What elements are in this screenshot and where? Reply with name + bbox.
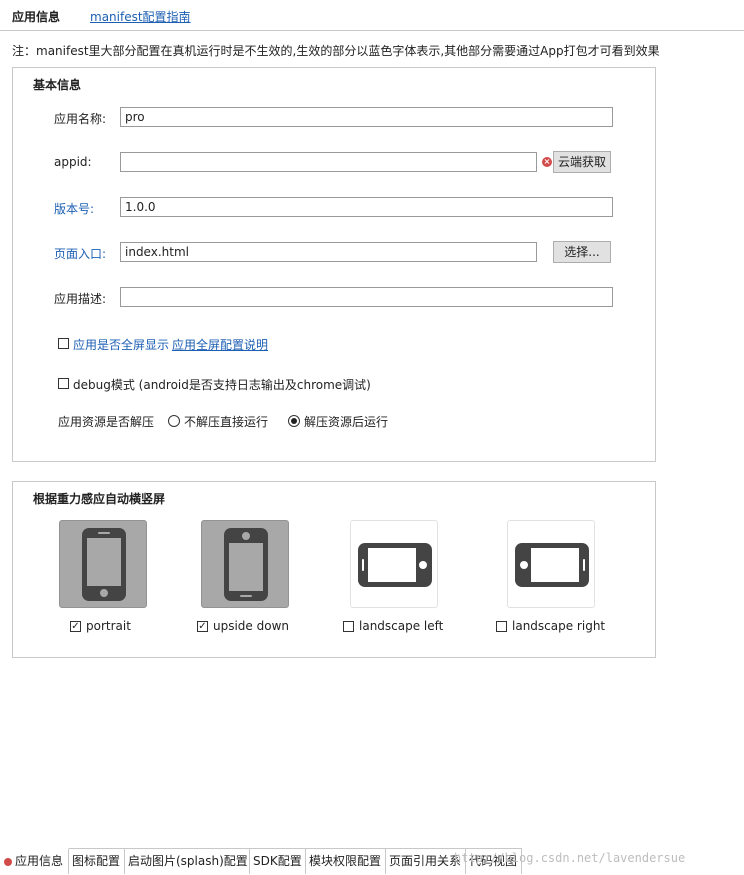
landscape-left-phone-icon bbox=[358, 543, 432, 587]
entry-page-field[interactable] bbox=[120, 242, 537, 262]
portrait-tile[interactable] bbox=[59, 520, 147, 608]
landscape-right-tile[interactable] bbox=[507, 520, 595, 608]
version-field[interactable] bbox=[120, 197, 613, 217]
description-field[interactable] bbox=[120, 287, 613, 307]
choose-entry-button[interactable]: 选择... bbox=[553, 241, 611, 263]
entry-page-label: 页面入口: bbox=[54, 247, 107, 261]
tab-splash-config[interactable]: 启动图片(splash)配置 bbox=[125, 848, 250, 874]
tab-label: 启动图片(splash)配置 bbox=[128, 854, 248, 868]
tab-label: 图标配置 bbox=[72, 854, 121, 868]
description-label: 应用描述: bbox=[54, 292, 107, 306]
landscape-left-tile[interactable] bbox=[350, 520, 438, 608]
tab-label: 应用信息 bbox=[15, 854, 64, 868]
cloud-fetch-button[interactable]: 云端获取 bbox=[553, 151, 611, 173]
landscape-left-label: landscape left bbox=[359, 619, 444, 633]
error-icon: × bbox=[542, 157, 552, 167]
tab-app-info[interactable]: 应用信息 bbox=[0, 848, 69, 874]
unpack-option-direct-label: 不解压直接运行 bbox=[184, 415, 269, 429]
tab-label: 模块权限配置 bbox=[309, 854, 382, 868]
tab-label: 页面引用关系 bbox=[389, 854, 462, 868]
upside-down-checkbox[interactable]: ✓ bbox=[197, 621, 208, 632]
fullscreen-help-link[interactable]: 应用全屏配置说明 bbox=[172, 336, 268, 353]
manifest-guide-link[interactable]: manifest配置指南 bbox=[90, 8, 191, 25]
appid-field[interactable] bbox=[120, 152, 537, 172]
portrait-label: portrait bbox=[86, 619, 131, 633]
upside-down-phone-icon bbox=[224, 528, 268, 601]
radio-selected-dot bbox=[291, 418, 297, 424]
tab-label: SDK配置 bbox=[253, 854, 302, 868]
version-label: 版本号: bbox=[54, 202, 95, 216]
manifest-note: 注：manifest里大部分配置在真机运行时是不生效的,生效的部分以蓝色字体表示… bbox=[12, 44, 660, 58]
unpack-option-direct-radio[interactable] bbox=[168, 415, 180, 427]
fullscreen-label: 应用是否全屏显示 bbox=[73, 338, 170, 352]
app-name-field[interactable] bbox=[120, 107, 613, 127]
unpack-option-extract-radio[interactable] bbox=[288, 415, 300, 427]
watermark: http://blog.csdn.net/lavendersue bbox=[454, 851, 686, 865]
error-icon bbox=[4, 857, 12, 866]
landscape-right-label: landscape right bbox=[512, 619, 606, 633]
unpack-option-extract-label: 解压资源后运行 bbox=[304, 415, 389, 429]
orientation-title: 根据重力感应自动横竖屏 bbox=[33, 492, 166, 506]
upside-down-label: upside down bbox=[213, 619, 290, 633]
upside-down-tile[interactable] bbox=[201, 520, 289, 608]
appid-label: appid: bbox=[54, 155, 92, 169]
tab-sdk-config[interactable]: SDK配置 bbox=[250, 848, 306, 874]
fullscreen-checkbox[interactable] bbox=[58, 338, 69, 349]
debug-label: debug模式 (android是否支持日志输出及chrome调试) bbox=[73, 378, 371, 392]
landscape-right-phone-icon bbox=[515, 543, 589, 587]
portrait-phone-icon bbox=[82, 528, 126, 601]
tab-module-permissions[interactable]: 模块权限配置 bbox=[306, 848, 386, 874]
app-name-label: 应用名称: bbox=[54, 112, 107, 126]
portrait-checkbox[interactable]: ✓ bbox=[70, 621, 81, 632]
basic-info-title: 基本信息 bbox=[33, 78, 82, 92]
header-bar: 应用信息 manifest配置指南 bbox=[0, 0, 744, 31]
page-title: 应用信息 bbox=[12, 10, 61, 24]
unpack-label: 应用资源是否解压 bbox=[58, 415, 155, 429]
landscape-left-checkbox[interactable] bbox=[343, 621, 354, 632]
tab-icon-config[interactable]: 图标配置 bbox=[69, 848, 125, 874]
landscape-right-checkbox[interactable] bbox=[496, 621, 507, 632]
debug-checkbox[interactable] bbox=[58, 378, 69, 389]
